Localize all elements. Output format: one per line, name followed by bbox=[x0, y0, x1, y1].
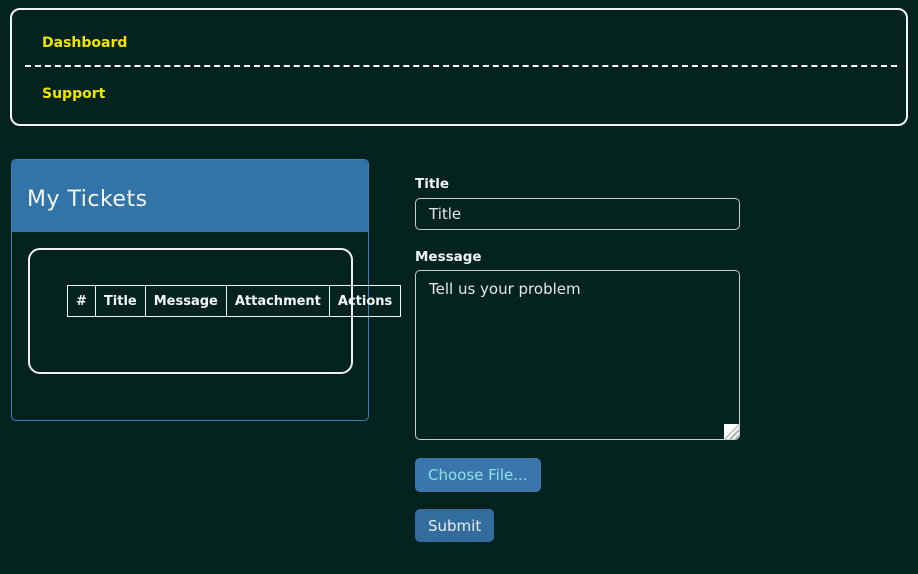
resize-handle-icon[interactable] bbox=[724, 424, 739, 439]
tickets-table-header-row: # Title Message Attachment Actions bbox=[68, 286, 401, 317]
column-header-message: Message bbox=[145, 286, 226, 317]
column-header-title: Title bbox=[95, 286, 145, 317]
new-ticket-form: Title Message Choose File... Submit bbox=[415, 177, 741, 557]
title-input[interactable] bbox=[415, 198, 740, 230]
message-label: Message bbox=[415, 250, 482, 265]
top-nav-panel: Dashboard Support bbox=[10, 8, 908, 126]
column-header-actions: Actions bbox=[329, 286, 400, 317]
my-tickets-panel: My Tickets # Title Message Attachment Ac… bbox=[11, 159, 369, 421]
my-tickets-title: My Tickets bbox=[27, 181, 148, 212]
my-tickets-header: My Tickets bbox=[12, 160, 368, 232]
choose-file-button[interactable]: Choose File... bbox=[415, 458, 541, 492]
title-label: Title bbox=[415, 177, 449, 192]
tickets-table: # Title Message Attachment Actions bbox=[67, 285, 401, 317]
submit-button[interactable]: Submit bbox=[415, 509, 494, 542]
nav-divider bbox=[25, 65, 897, 67]
column-header-number: # bbox=[68, 286, 96, 317]
nav-link-dashboard[interactable]: Dashboard bbox=[42, 35, 127, 51]
nav-link-support[interactable]: Support bbox=[42, 86, 105, 102]
message-textarea[interactable] bbox=[415, 270, 740, 440]
message-textarea-wrap bbox=[415, 270, 740, 440]
column-header-attachment: Attachment bbox=[226, 286, 329, 317]
